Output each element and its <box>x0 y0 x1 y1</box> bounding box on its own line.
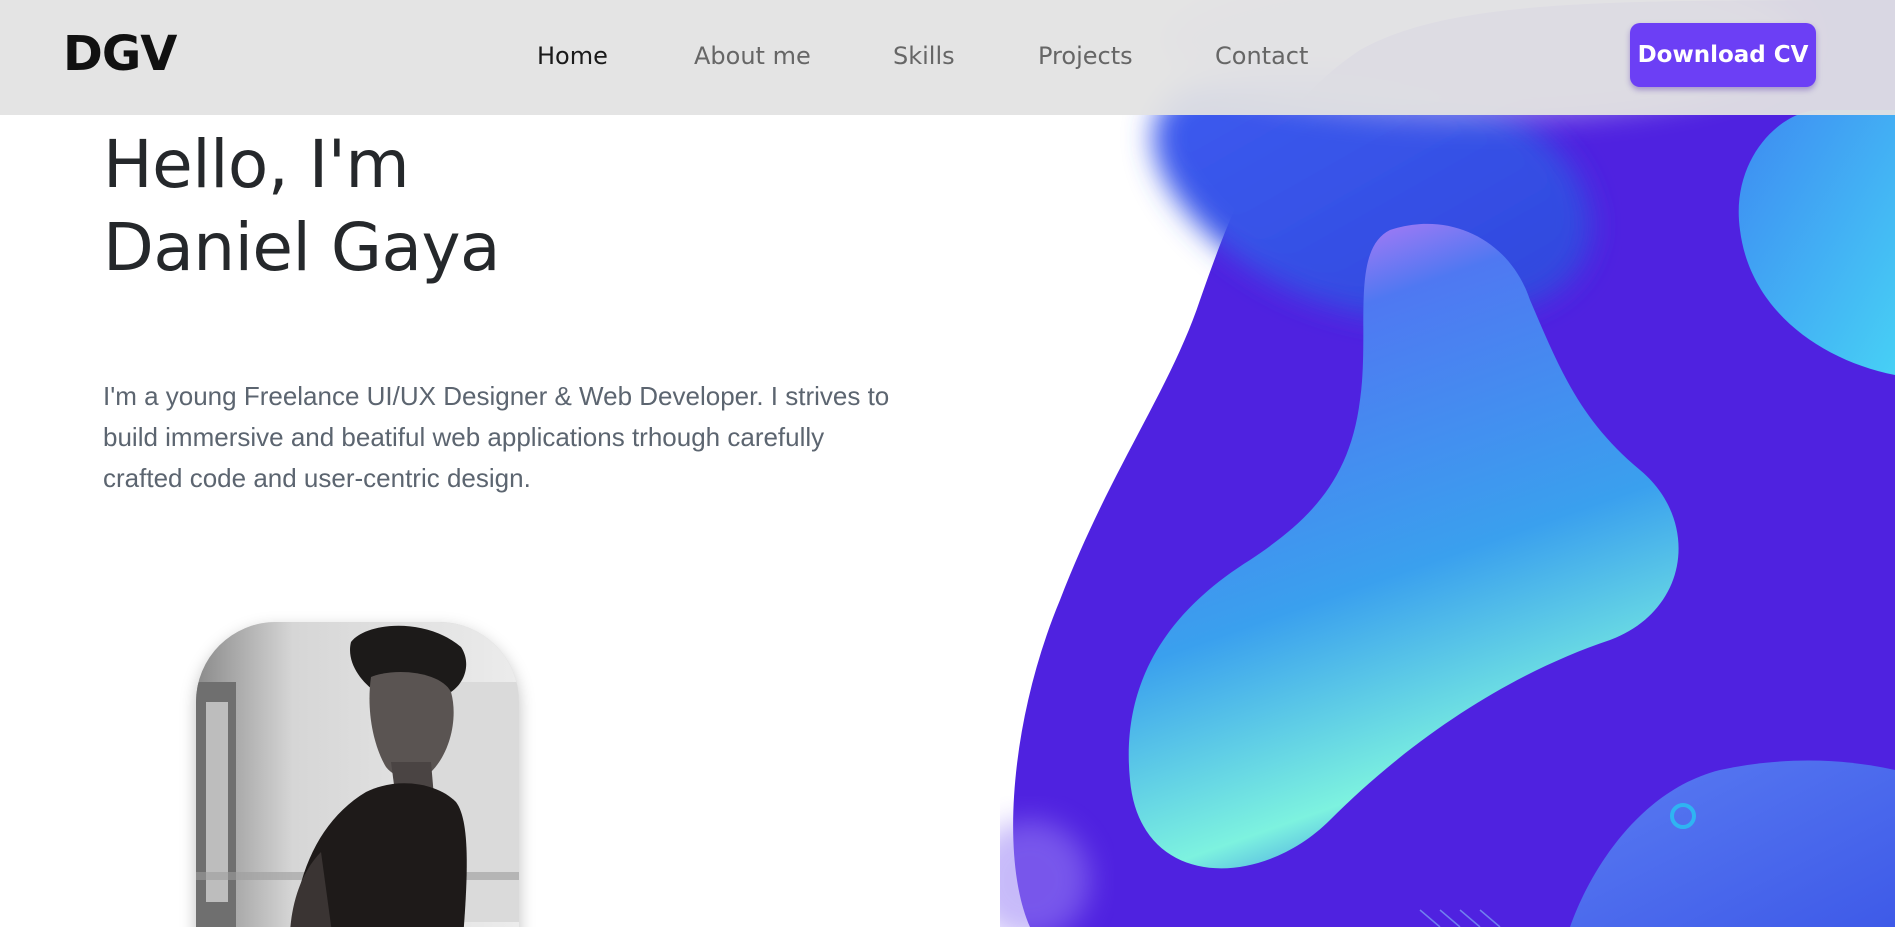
nav-link-projects[interactable]: Projects <box>1038 42 1133 70</box>
hero-artwork <box>1000 0 1895 927</box>
hero-title: Hello, I'm Daniel Gaya <box>103 123 500 289</box>
nav-link-contact[interactable]: Contact <box>1215 42 1308 70</box>
hero-title-line-1: Hello, I'm <box>103 126 410 203</box>
profile-photo <box>196 622 519 927</box>
nav-link-home[interactable]: Home <box>537 42 608 70</box>
nav-link-about-me[interactable]: About me <box>694 42 811 70</box>
person-portrait-image <box>196 622 519 927</box>
top-navbar: DGV Home About me Skills Projects Contac… <box>0 0 1895 115</box>
fluid-blob-illustration <box>1000 0 1895 927</box>
nav-link-skills[interactable]: Skills <box>893 42 955 70</box>
hero-title-line-2: Daniel Gaya <box>103 209 500 286</box>
hero-description: I'm a young Freelance UI/UX Designer & W… <box>103 381 890 493</box>
brand-logo[interactable]: DGV <box>63 26 177 82</box>
page: DGV Home About me Skills Projects Contac… <box>0 0 1895 927</box>
download-cv-button[interactable]: Download CV <box>1630 23 1816 87</box>
